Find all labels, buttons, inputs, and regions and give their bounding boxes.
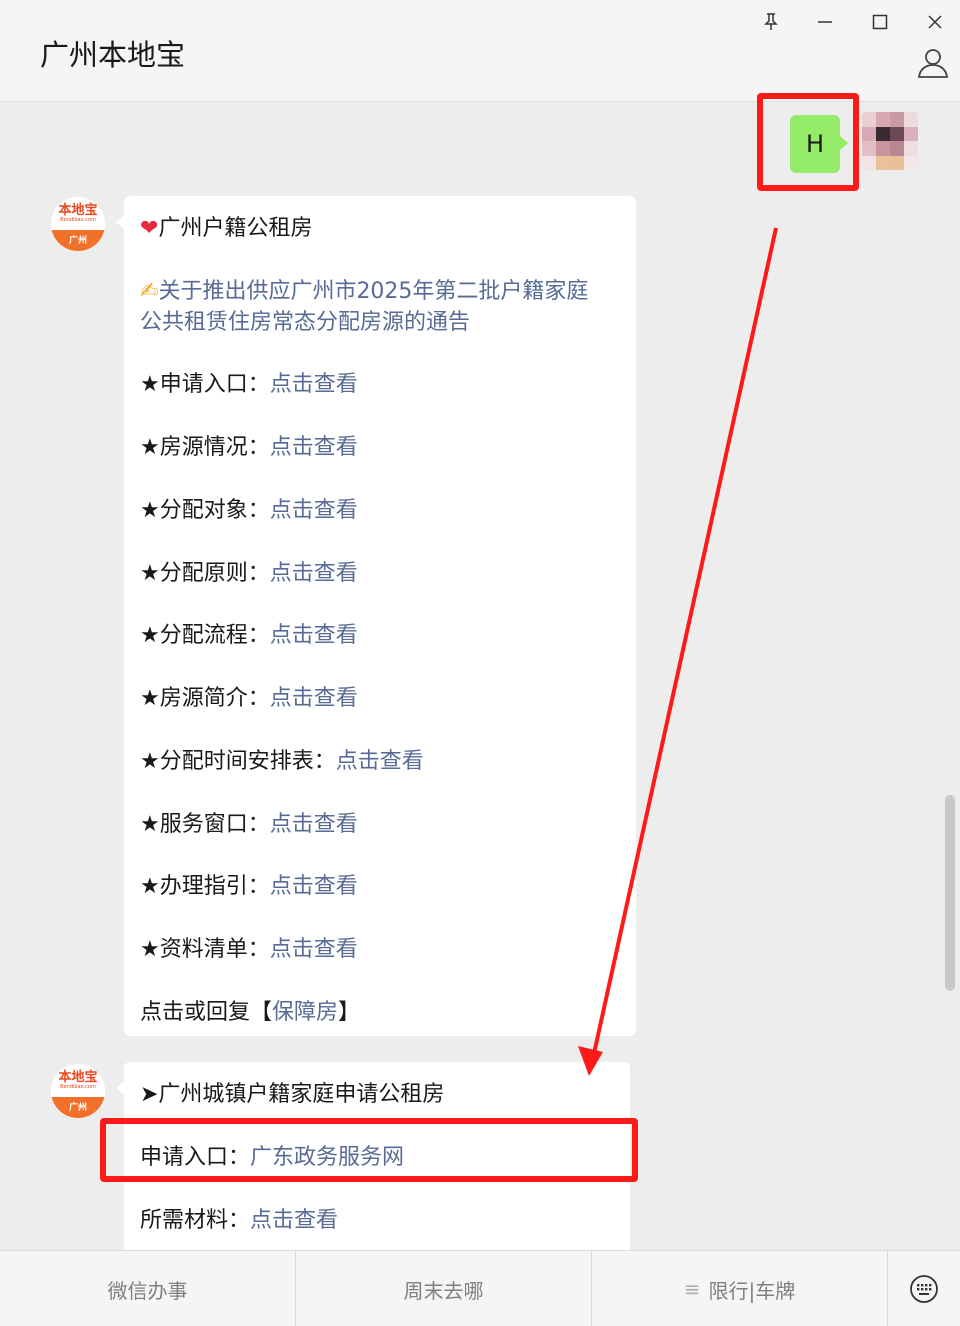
list-icon: ≡ bbox=[683, 1277, 701, 1301]
close-icon[interactable] bbox=[921, 8, 949, 36]
view-link[interactable]: 点击查看 bbox=[270, 686, 358, 711]
message-title: ➤广州城镇户籍家庭申请公租房 bbox=[140, 1082, 445, 1107]
list-item: ★服务窗口：点击查看 bbox=[140, 812, 358, 837]
apply-entry: 申请入口：广东政务服务网 bbox=[140, 1145, 405, 1170]
minimize-icon[interactable] bbox=[811, 8, 839, 36]
outgoing-message-bubble[interactable]: H bbox=[790, 115, 848, 173]
title-bar: 广州本地宝 bbox=[0, 0, 960, 102]
list-item: ★办理指引：点击查看 bbox=[140, 874, 358, 899]
list-item: ★申请入口：点击查看 bbox=[140, 372, 358, 397]
chat-title: 广州本地宝 bbox=[40, 38, 186, 72]
avatar-city-label: 广州 bbox=[51, 230, 105, 251]
avatar-city-label: 广州 bbox=[51, 1097, 105, 1118]
heart-icon: ❤ bbox=[140, 216, 159, 241]
menu-item-wechat-services[interactable]: 微信办事 bbox=[0, 1251, 296, 1326]
view-link[interactable]: 点击查看 bbox=[270, 937, 358, 962]
view-link[interactable]: 点击查看 bbox=[270, 561, 358, 586]
menu-item-traffic-plate[interactable]: ≡ 限行|车牌 bbox=[592, 1251, 888, 1326]
bot-avatar[interactable]: 本地宝 Bendibao.com 广州 bbox=[50, 196, 106, 252]
incoming-message-bubble[interactable]: ➤广州城镇户籍家庭申请公租房 申请入口：广东政务服务网 所需材料：点击查看 bbox=[116, 1062, 630, 1250]
list-item: ★房源情况：点击查看 bbox=[140, 435, 358, 460]
view-link[interactable]: 点击查看 bbox=[270, 435, 358, 460]
person-icon[interactable] bbox=[916, 46, 950, 80]
view-link[interactable]: 点击查看 bbox=[270, 874, 358, 899]
writing-hand-icon: ✍ bbox=[140, 279, 159, 304]
incoming-message-bubble[interactable]: ❤广州户籍公租房 ✍关于推出供应广州市2025年第二批户籍家庭 公共租赁住房常态… bbox=[116, 196, 636, 1036]
apply-link[interactable]: 广东政务服务网 bbox=[250, 1145, 404, 1170]
user-avatar[interactable] bbox=[862, 112, 918, 170]
list-item: ★房源简介：点击查看 bbox=[140, 686, 358, 711]
list-item: ★资料清单：点击查看 bbox=[140, 937, 358, 962]
notice-link-line2[interactable]: 公共租赁住房常态分配房源的通告 bbox=[140, 304, 470, 336]
view-link[interactable]: 点击查看 bbox=[270, 623, 358, 648]
keyword-link[interactable]: 保障房 bbox=[272, 1000, 338, 1025]
list-item: ★分配流程：点击查看 bbox=[140, 623, 358, 648]
scrollbar[interactable] bbox=[945, 795, 955, 991]
avatar-logo-text: 本地宝 bbox=[58, 1069, 98, 1085]
maximize-icon[interactable] bbox=[866, 8, 894, 36]
avatar-logo-text: 本地宝 bbox=[58, 202, 98, 218]
view-link[interactable]: 点击查看 bbox=[270, 812, 358, 837]
bottom-menu: 微信办事 周末去哪 ≡ 限行|车牌 bbox=[0, 1250, 960, 1326]
view-link[interactable]: 点击查看 bbox=[270, 498, 358, 523]
menu-item-weekend[interactable]: 周末去哪 bbox=[296, 1251, 592, 1326]
list-item: ★分配对象：点击查看 bbox=[140, 498, 358, 523]
avatar-logo-sub: Bendibao.com bbox=[60, 1083, 96, 1090]
chat-area[interactable]: H 本地宝 Bendibao.com 广州 ❤广州户籍公租房 ✍关于推出供应广州… bbox=[0, 103, 960, 1250]
reply-hint: 点击或回复【保障房】 bbox=[140, 1000, 361, 1025]
keyboard-icon[interactable] bbox=[888, 1251, 960, 1326]
avatar-logo-sub: Bendibao.com bbox=[60, 216, 96, 223]
list-item: ★分配时间安排表：点击查看 bbox=[140, 749, 424, 774]
view-link[interactable]: 点击查看 bbox=[270, 372, 358, 397]
outgoing-message-text: H bbox=[805, 130, 825, 158]
view-link[interactable]: 点击查看 bbox=[336, 749, 424, 774]
pin-icon[interactable] bbox=[757, 8, 785, 36]
message-title: ❤广州户籍公租房 bbox=[140, 216, 313, 241]
materials-entry: 所需材料：点击查看 bbox=[140, 1208, 339, 1233]
bot-avatar[interactable]: 本地宝 Bendibao.com 广州 bbox=[50, 1063, 106, 1119]
view-link[interactable]: 点击查看 bbox=[250, 1208, 338, 1233]
notice-link[interactable]: ✍关于推出供应广州市2025年第二批户籍家庭 bbox=[140, 273, 588, 305]
list-item: ★分配原则：点击查看 bbox=[140, 561, 358, 586]
